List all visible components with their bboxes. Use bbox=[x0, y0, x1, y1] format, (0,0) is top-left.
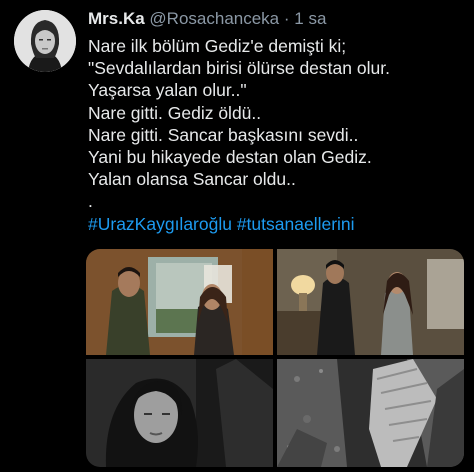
tweet-line: Yani bu hikayede destan olan Gediz. bbox=[88, 147, 372, 168]
avatar[interactable] bbox=[14, 10, 76, 72]
hashtag-links[interactable]: #UrazKaygılaroğlu #tutsanaellerini bbox=[88, 213, 468, 235]
tweet-line: Nare gitti. Gediz öldü.. bbox=[88, 102, 262, 123]
user-handle[interactable]: @Rosachanceka bbox=[149, 9, 279, 28]
photo-couple-in-room[interactable] bbox=[277, 249, 464, 355]
tweet-line: Nare gitti. Sancar başkasını sevdi.. bbox=[88, 124, 359, 145]
tweet[interactable]: Mrs.Ka @Rosachanceka · 1 sa Nare ilk böl… bbox=[0, 0, 474, 472]
display-name[interactable]: Mrs.Ka bbox=[88, 9, 145, 28]
photo-grave-digging[interactable] bbox=[277, 359, 464, 467]
timestamp[interactable]: 1 sa bbox=[294, 9, 326, 28]
tweet-line: Yalan olansa Sancar oldu.. bbox=[88, 169, 296, 190]
avatar-image bbox=[14, 10, 76, 72]
tweet-line: . bbox=[88, 191, 93, 212]
separator-dot: · bbox=[283, 9, 290, 28]
tweet-line: Yaşarsa yalan olur.." bbox=[88, 80, 247, 101]
photo-couple-at-door[interactable] bbox=[86, 249, 273, 355]
tweet-header: Mrs.Ka @Rosachanceka · 1 sa bbox=[88, 9, 326, 29]
tweet-line: "Sevdalılardan birisi ölürse destan olur… bbox=[88, 58, 390, 79]
media-grid bbox=[86, 249, 464, 467]
tweet-line: Nare ilk bölüm Gediz'e demişti ki; bbox=[88, 36, 347, 56]
photo-woman-closeup[interactable] bbox=[86, 359, 273, 467]
tweet-text: Nare ilk bölüm Gediz'e demişti ki; "Sevd… bbox=[88, 35, 468, 235]
